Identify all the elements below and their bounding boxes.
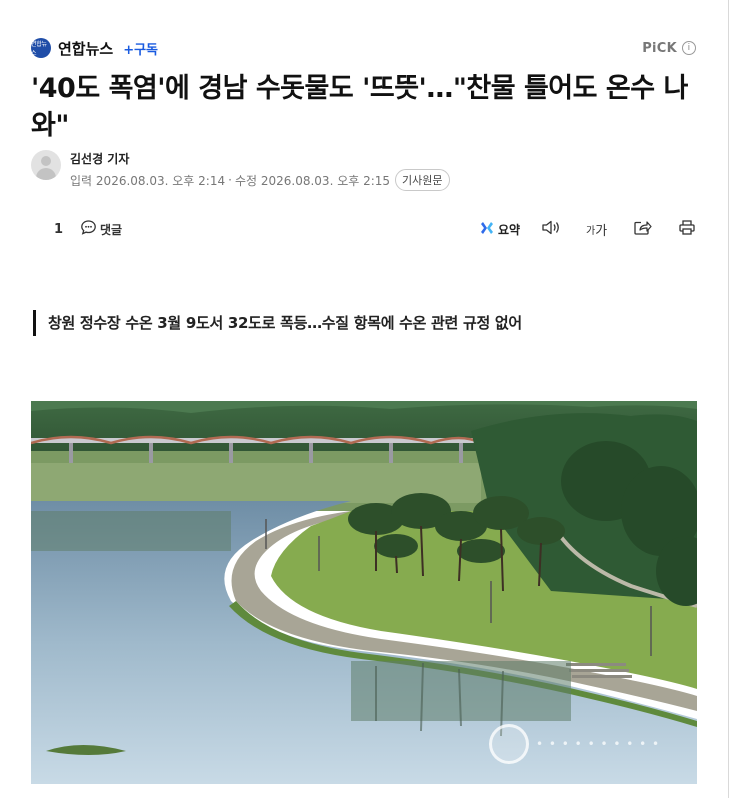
info-icon[interactable]: i [682,41,696,55]
font-size-button[interactable]: 가가 [586,216,607,242]
printer-icon [678,219,696,239]
original-article-link[interactable]: 기사원문 [395,169,450,191]
share-icon [633,219,652,239]
pick-label[interactable]: PiCK i [642,41,696,56]
yonhap-watermark-icon [489,724,529,764]
summary-label: 요약 [498,222,521,237]
font-size-large-glyph: 가 [595,223,608,239]
article-toolbar: 1 댓글 요약 가가 [31,216,696,242]
print-button[interactable] [678,216,696,242]
watermark-trail: • • • • • • • • • • [536,737,661,751]
avatar-head [41,156,51,166]
speech-bubble-icon [80,219,97,239]
subscribe-button[interactable]: +구독 [123,39,158,58]
listen-button[interactable] [541,216,561,242]
byline: 김선경 기자 입력 2026.08.03. 오후 2:14 · 수정 2026.… [31,150,696,191]
comment-label: 댓글 [100,222,123,237]
reaction-count[interactable]: 1 [54,216,63,242]
reporter-avatar[interactable] [31,150,61,180]
press-name[interactable]: 연합뉴스 [58,38,113,59]
article-photo[interactable]: • • • • • • • • • • [31,401,697,784]
article-dates: 입력 2026.08.03. 오후 2:14 · 수정 2026.08.03. … [70,169,450,191]
share-button[interactable] [633,216,652,242]
modified-date: 2026.08.03. 오후 2:15 [260,173,391,188]
date-separator: · [228,173,232,187]
comment-button[interactable]: 댓글 [80,216,122,242]
press-header: 연합뉴스 연합뉴스 +구독 PiCK i [31,37,696,59]
font-size-small-glyph: 가 [586,225,596,237]
input-date: 2026.08.03. 오후 2:14 [95,173,226,188]
pick-text: PiCK [642,40,677,56]
summary-button[interactable]: 요약 [479,216,520,242]
avatar-body [36,168,56,180]
sparkle-icon [479,220,495,239]
article-headline: '40도 폭염'에 경남 수돗물도 '뜨뜻'…"찬물 틀어도 온수 나와" [31,73,688,141]
modified-label: 수정 [234,173,258,188]
press-logo[interactable]: 연합뉴스 [31,38,51,58]
article-subheadline: 창원 정수장 수온 3월 9도서 32도로 폭등…수질 항목에 수온 관련 규정… [33,310,693,336]
speaker-icon [541,219,561,239]
page-right-border [728,0,729,798]
input-label: 입력 [70,173,93,188]
reporter-name[interactable]: 김선경 기자 [70,150,129,167]
riverside-park-photo [31,401,697,784]
